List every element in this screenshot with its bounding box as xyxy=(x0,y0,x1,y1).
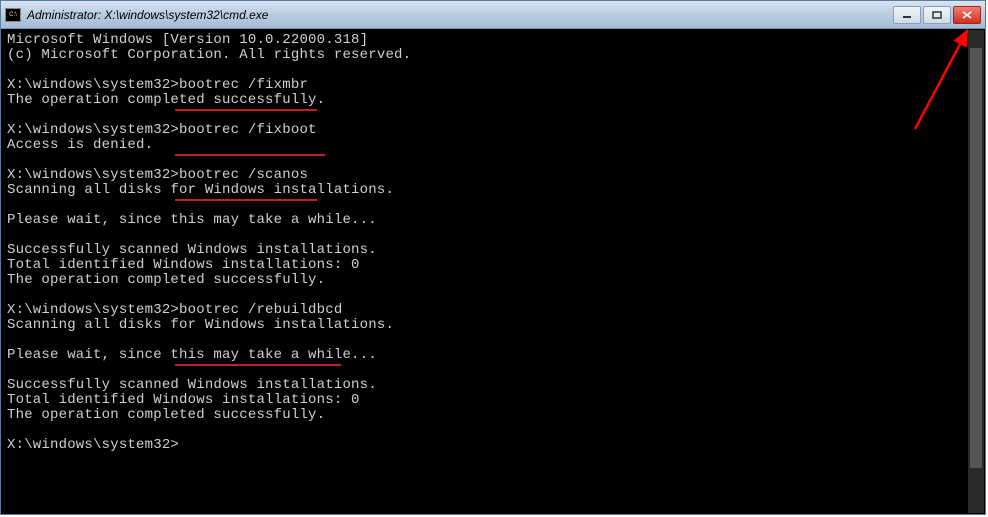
output-line: The operation completed successfully. xyxy=(7,272,325,288)
output-line: Please wait, since this may take a while… xyxy=(7,347,377,363)
output-line: The operation completed successfully. xyxy=(7,407,325,423)
annotation-underline xyxy=(175,109,317,111)
prompt: X:\windows\system32> xyxy=(7,437,179,453)
window-controls xyxy=(893,6,981,24)
minimize-icon xyxy=(902,11,912,19)
close-icon xyxy=(962,11,972,19)
annotation-underline xyxy=(175,154,325,156)
cmd-icon xyxy=(5,8,21,22)
command-fixboot: bootrec /fixboot xyxy=(179,122,317,138)
output-line: The operation completed successfully. xyxy=(7,92,325,108)
maximize-icon xyxy=(932,11,942,19)
prompt: X:\windows\system32> xyxy=(7,302,179,318)
vertical-scrollbar[interactable] xyxy=(968,30,984,513)
output-line: Total identified Windows installations: … xyxy=(7,257,360,273)
header-line: Microsoft Windows [Version 10.0.22000.31… xyxy=(7,32,368,48)
prompt: X:\windows\system32> xyxy=(7,122,179,138)
annotation-underline xyxy=(175,364,341,366)
output-line: Scanning all disks for Windows installat… xyxy=(7,182,394,198)
cmd-window: Administrator: X:\windows\system32\cmd.e… xyxy=(0,0,986,515)
command-scanos: bootrec /scanos xyxy=(179,167,308,183)
close-button[interactable] xyxy=(953,6,981,24)
scrollbar-thumb[interactable] xyxy=(970,48,982,468)
maximize-button[interactable] xyxy=(923,6,951,24)
annotation-underline xyxy=(175,199,317,201)
output-line: Scanning all disks for Windows installat… xyxy=(7,317,394,333)
header-line: (c) Microsoft Corporation. All rights re… xyxy=(7,47,411,63)
command-rebuildbcd: bootrec /rebuildbcd xyxy=(179,302,342,318)
minimize-button[interactable] xyxy=(893,6,921,24)
terminal-output[interactable]: Microsoft Windows [Version 10.0.22000.31… xyxy=(1,29,985,514)
output-line: Successfully scanned Windows installatio… xyxy=(7,377,377,393)
output-line: Successfully scanned Windows installatio… xyxy=(7,242,377,258)
output-line: Access is denied. xyxy=(7,137,153,153)
prompt: X:\windows\system32> xyxy=(7,77,179,93)
output-line: Total identified Windows installations: … xyxy=(7,392,360,408)
output-line: Please wait, since this may take a while… xyxy=(7,212,377,228)
prompt: X:\windows\system32> xyxy=(7,167,179,183)
titlebar[interactable]: Administrator: X:\windows\system32\cmd.e… xyxy=(1,1,985,29)
window-title: Administrator: X:\windows\system32\cmd.e… xyxy=(27,8,893,22)
command-fixmbr: bootrec /fixmbr xyxy=(179,77,308,93)
